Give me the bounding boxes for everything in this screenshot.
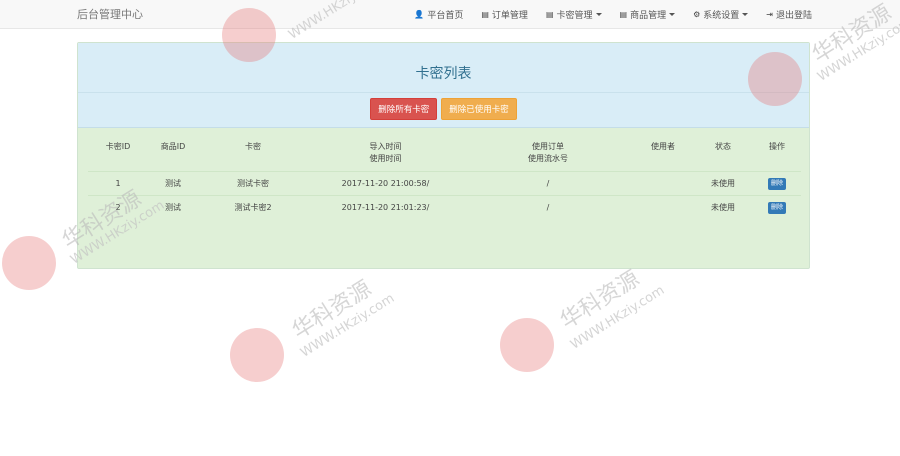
nav-item-label: 系统设置	[703, 11, 740, 21]
user-icon: 👤	[414, 10, 425, 19]
cell-time: 2017-11-20 21:01:23/	[308, 195, 463, 220]
watermark-url: WWW.HKziy.com	[568, 282, 668, 353]
cell-card: 测试卡密	[198, 171, 308, 196]
list-icon: ▤	[481, 10, 489, 19]
column-header-order: 使用订单 使用流水号	[528, 142, 568, 163]
cell-order: /	[463, 195, 633, 220]
cell-status: 未使用	[693, 195, 753, 220]
column-header-card-id: 卡密ID	[105, 142, 131, 151]
nav-item-home[interactable]: 👤 平台首页	[414, 8, 463, 21]
nav-item-label: 退出登陆	[775, 11, 812, 21]
watermark-url: WWW.HKziy.com	[298, 290, 398, 361]
nav-item-settings[interactable]: ⚙ 系统设置	[693, 8, 749, 21]
cell-user	[633, 171, 693, 196]
watermark-logo-icon	[500, 318, 554, 372]
cell-goods-id: 测试	[148, 195, 198, 220]
table-header-row: 卡密ID 商品ID 卡密 导入时间 使用时间 使用订单 使用流水号 使用者 状态 操…	[88, 138, 801, 172]
cell-user	[633, 195, 693, 220]
column-header-time: 导入时间 使用时间	[369, 142, 402, 163]
column-header-user: 使用者	[651, 142, 675, 151]
cell-action: 删除	[753, 195, 801, 220]
panel-heading: 卡密列表 删除所有卡密 删除已使用卡密	[78, 43, 809, 128]
nav-item-cards[interactable]: ▤ 卡密管理	[546, 8, 602, 21]
gear-icon: ⚙	[693, 10, 701, 19]
chevron-down-icon	[595, 13, 602, 16]
watermark-logo-icon	[230, 328, 284, 382]
nav-menu: 👤 平台首页 ▤ 订单管理 ▤ 卡密管理 ▤ 商品管理 ⚙ 系统设置 ⇥ 退出登…	[396, 0, 812, 29]
delete-used-cards-button[interactable]: 删除已使用卡密	[441, 98, 517, 120]
delete-button[interactable]: 删除	[767, 201, 786, 214]
nav-item-goods[interactable]: ▤ 商品管理	[620, 8, 676, 21]
watermark-logo-icon	[2, 236, 56, 290]
column-header-card: 卡密	[245, 142, 261, 151]
watermark-text: 华科资源	[556, 266, 645, 335]
page-title: 卡密列表	[415, 66, 472, 82]
nav-item-label: 订单管理	[491, 11, 528, 21]
divider	[78, 92, 809, 93]
nav-item-label: 卡密管理	[556, 11, 593, 21]
delete-all-cards-button[interactable]: 删除所有卡密	[370, 98, 438, 120]
column-header-action: 操作	[769, 142, 785, 151]
cell-card: 测试卡密2	[198, 195, 308, 220]
watermark-text: 华科资源	[288, 276, 377, 345]
chevron-down-icon	[742, 13, 749, 16]
brand-title[interactable]: 后台管理中心	[77, 6, 143, 22]
cell-card-id: 1	[88, 171, 148, 196]
card-table: 卡密ID 商品ID 卡密 导入时间 使用时间 使用订单 使用流水号 使用者 状态 操…	[88, 138, 801, 220]
cell-action: 删除	[753, 171, 801, 196]
chevron-down-icon	[669, 13, 676, 16]
nav-item-label: 商品管理	[630, 11, 667, 21]
nav-item-orders[interactable]: ▤ 订单管理	[481, 8, 528, 21]
logout-icon: ⇥	[766, 10, 773, 19]
table-row: 1 测试 测试卡密 2017-11-20 21:00:58/ / 未使用 删除	[88, 171, 801, 196]
column-header-goods-id: 商品ID	[160, 142, 186, 151]
nav-item-label: 平台首页	[427, 11, 464, 21]
column-header-status: 状态	[715, 142, 731, 151]
action-buttons: 删除所有卡密 删除已使用卡密	[78, 98, 809, 120]
card-list-panel: 卡密列表 删除所有卡密 删除已使用卡密 卡密ID 商品ID 卡密 导入时间 使用时…	[77, 42, 810, 269]
delete-button[interactable]: 删除	[767, 177, 786, 190]
table-row: 2 测试 测试卡密2 2017-11-20 21:01:23/ / 未使用 删除	[88, 195, 801, 220]
nav-item-logout[interactable]: ⇥ 退出登陆	[766, 8, 812, 21]
cell-card-id: 2	[88, 195, 148, 220]
cell-time: 2017-11-20 21:00:58/	[308, 171, 463, 196]
list-icon: ▤	[545, 10, 554, 19]
top-navbar: 后台管理中心 👤 平台首页 ▤ 订单管理 ▤ 卡密管理 ▤ 商品管理 ⚙ 系统设…	[0, 0, 900, 29]
cell-order: /	[463, 171, 633, 196]
list-icon: ▤	[619, 10, 628, 19]
cell-goods-id: 测试	[148, 171, 198, 196]
cell-status: 未使用	[693, 171, 753, 196]
